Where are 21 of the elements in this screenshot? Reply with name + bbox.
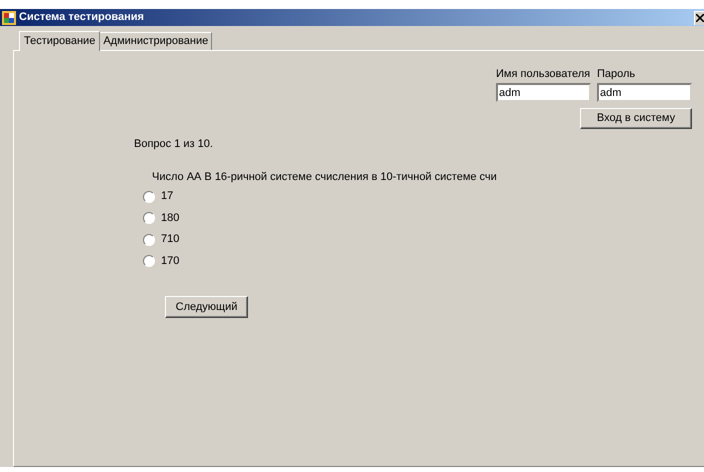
tab[interactable]: Тестирование bbox=[19, 31, 100, 51]
option-label[interactable]: 710 bbox=[161, 233, 180, 246]
radio-button[interactable] bbox=[143, 234, 155, 246]
radio-button[interactable] bbox=[143, 212, 155, 224]
close-button[interactable] bbox=[694, 10, 704, 24]
tab[interactable]: Администрирование bbox=[99, 32, 212, 50]
app-icon bbox=[2, 10, 16, 24]
radio-button[interactable] bbox=[143, 255, 155, 268]
question-text: Число АА В 16-ричной системе счисления в 10-тичной системе счи bbox=[152, 171, 498, 184]
next-button[interactable]: Следующий bbox=[165, 296, 248, 318]
field-label: Имя пользователя bbox=[496, 68, 591, 81]
question-counter: Вопрос 1 из 10. bbox=[134, 138, 214, 151]
window-title: Система тестирования bbox=[19, 12, 144, 23]
password-field[interactable]: adm bbox=[597, 83, 692, 102]
login-button[interactable]: Вход в систему bbox=[580, 108, 692, 129]
username-field[interactable]: adm bbox=[496, 83, 591, 102]
radio-button[interactable] bbox=[143, 190, 155, 203]
option-label[interactable]: 17 bbox=[161, 190, 174, 204]
option-label[interactable]: 180 bbox=[161, 212, 180, 225]
field-label: Пароль bbox=[597, 68, 636, 81]
option-label[interactable]: 170 bbox=[161, 254, 180, 268]
